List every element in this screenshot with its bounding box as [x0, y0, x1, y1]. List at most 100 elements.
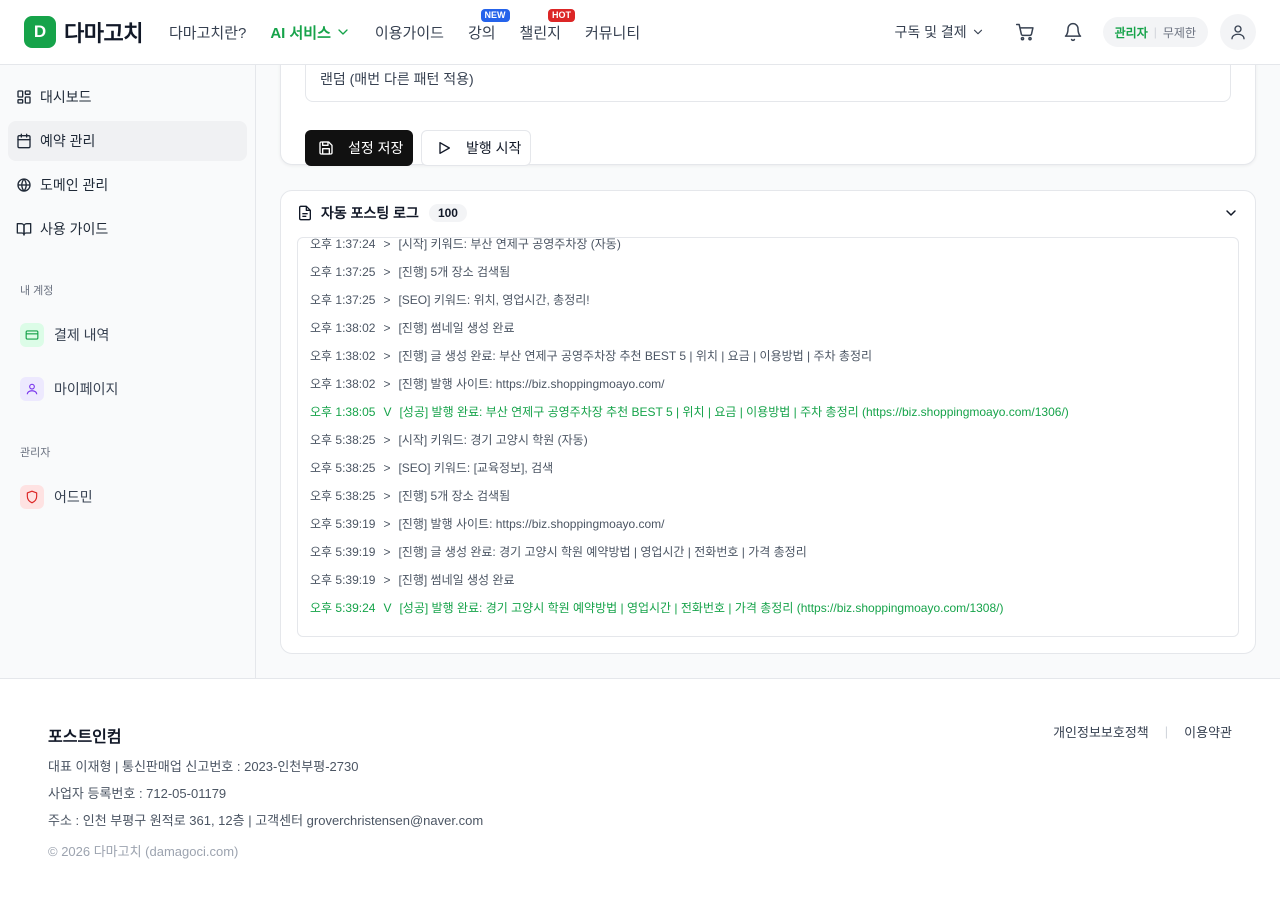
- logo-mark: D: [24, 16, 56, 48]
- new-badge: NEW: [480, 8, 510, 22]
- log-entry-symbol: >: [383, 377, 391, 391]
- log-entry-symbol: >: [383, 433, 391, 447]
- log-entry: 오후 5:39:19 > [진행] 글 생성 완료: 경기 고양시 학원 예약방법 …: [310, 538, 1069, 566]
- save-icon: [319, 141, 333, 155]
- log-entry-time: 오후 5:38:25: [310, 461, 376, 475]
- sidebar-item-label: 결제 내역: [54, 327, 110, 343]
- log-list: 오후 1:37:24 > [시작] 키워드: 부산 연제구 공영주차장 (자동) 오후…: [310, 237, 1069, 622]
- footer-address: 주소 : 인천 부평구 원적로 361, 12층 | 고객센터 groverch…: [48, 813, 484, 828]
- calendar-icon: [17, 133, 31, 149]
- start-publish-button[interactable]: 발행 시작: [421, 130, 531, 166]
- nav-challenge[interactable]: 챌린지 HOT: [519, 8, 575, 43]
- log-entry-message: [진행] 썸네일 생성 완료: [398, 573, 515, 587]
- sidebar-section-admin: 관리자: [20, 447, 51, 459]
- log-entry-message: [진행] 5개 장소 검색됨: [398, 265, 511, 279]
- log-entry-symbol: >: [383, 265, 391, 279]
- sidebar-item-admin[interactable]: 어드민: [20, 477, 247, 517]
- pattern-select-value: 랜덤 (매번 다른 패턴 적용): [320, 71, 474, 87]
- credit-card-icon: [25, 330, 39, 340]
- nav-community[interactable]: 커뮤니티: [585, 22, 640, 43]
- pattern-select[interactable]: 랜덤 (매번 다른 패턴 적용): [305, 65, 1231, 102]
- sidebar-item-domains[interactable]: 도메인 관리: [8, 165, 247, 205]
- log-entry: 오후 1:37:25 > [진행] 5개 장소 검색됨: [310, 258, 1069, 286]
- dashboard-icon: [17, 90, 31, 104]
- hot-badge: HOT: [547, 8, 575, 22]
- footer-info-line: 대표 이재형 | 통신판매업 신고번호 : 2023-인천부평-2730: [48, 759, 359, 774]
- globe-icon: [17, 178, 31, 193]
- log-entry-symbol: >: [383, 517, 391, 531]
- log-entry-time: 오후 5:39:19: [310, 517, 376, 531]
- log-scroll-area[interactable]: 오후 1:37:24 > [시작] 키워드: 부산 연제구 공영주차장 (자동) 오후…: [297, 237, 1239, 637]
- footer-business-number: 사업자 등록번호 : 712-05-01179: [48, 786, 227, 801]
- log-title: 자동 포스팅 로그: [321, 205, 419, 221]
- main-nav: 다마고치란? AI 서비스 이용가이드 강의 NEW 챌린지 HOT 커뮤니티: [169, 0, 640, 64]
- bell-icon: [1064, 22, 1081, 42]
- subscribe-menu[interactable]: 구독 및 결제: [894, 22, 984, 42]
- avatar[interactable]: [1220, 14, 1256, 50]
- nav-about-label: 다마고치란?: [169, 24, 247, 42]
- header-actions: 구독 및 결제 관리자 | 무제한: [894, 0, 1256, 64]
- sidebar-item-usage-guide[interactable]: 사용 가이드: [8, 209, 247, 249]
- cart-button[interactable]: [1007, 14, 1043, 50]
- terms-link[interactable]: 이용약관: [1184, 722, 1232, 741]
- log-entry-symbol: >: [383, 545, 391, 559]
- log-entry-time: 오후 5:39:24: [310, 601, 376, 615]
- chevron-down-icon: [1226, 210, 1236, 216]
- nav-lectures[interactable]: 강의 NEW: [468, 8, 510, 43]
- log-entry: 오후 5:38:25 > [진행] 5개 장소 검색됨: [310, 482, 1069, 510]
- log-header: 자동 포스팅 로그 100: [297, 203, 467, 223]
- log-collapse-toggle[interactable]: [1223, 205, 1239, 226]
- logo[interactable]: D 다마고치: [24, 16, 143, 48]
- log-entry-message: [시작] 키워드: 부산 연제구 공영주차장 (자동): [398, 237, 621, 251]
- sidebar-section-account: 내 계정: [20, 285, 54, 297]
- log-entry-symbol: V: [383, 601, 392, 615]
- subscribe-label: 구독 및 결제: [894, 24, 967, 40]
- role-separator: |: [1153, 25, 1157, 39]
- log-entry-message: [성공] 발행 완료: 경기 고양시 학원 예약방법 | 영업시간 | 전화번호…: [399, 601, 1004, 615]
- log-entry: 오후 1:38:02 > [진행] 글 생성 완료: 부산 연제구 공영주차장 추천…: [310, 342, 1069, 370]
- nav-challenge-label: 챌린지: [519, 24, 561, 42]
- log-entry-message: [SEO] 키워드: 위치, 영업시간, 총정리!: [398, 293, 590, 307]
- log-count-badge: 100: [428, 204, 467, 222]
- log-entry: 오후 1:38:05 V [성공] 발행 완료: 부산 연제구 공영주차장 추천 B…: [310, 398, 1069, 426]
- nav-about[interactable]: 다마고치란?: [169, 22, 246, 43]
- log-entry-time: 오후 1:38:02: [310, 321, 376, 335]
- sidebar-item-reservations[interactable]: 예약 관리: [8, 121, 247, 161]
- log-entry-time: 오후 1:37:25: [310, 293, 376, 307]
- log-entry-message: [진행] 발행 사이트: https://biz.shoppingmoayo.c…: [398, 377, 665, 391]
- log-entry-time: 오후 1:37:25: [310, 265, 376, 279]
- sidebar-item-payments[interactable]: 결제 내역: [20, 315, 247, 355]
- nav-guide-label: 이용가이드: [374, 24, 444, 42]
- log-entry-time: 오후 5:38:25: [310, 433, 376, 447]
- payment-icon-box: [20, 323, 44, 347]
- privacy-policy-link[interactable]: 개인정보보호정책: [1053, 722, 1149, 741]
- log-entry: 오후 5:39:19 > [진행] 발행 사이트: https://biz.shop…: [310, 510, 1069, 538]
- log-entry-time: 오후 1:38:02: [310, 349, 376, 363]
- sidebar-item-mypage[interactable]: 마이페이지: [20, 369, 247, 409]
- nav-guide[interactable]: 이용가이드: [375, 22, 444, 43]
- log-entry-message: [진행] 발행 사이트: https://biz.shoppingmoayo.c…: [398, 517, 665, 531]
- sidebar-item-dashboard[interactable]: 대시보드: [8, 77, 247, 117]
- sidebar-item-label: 사용 가이드: [40, 221, 109, 237]
- log-entry-symbol: >: [383, 237, 391, 251]
- save-settings-label: 설정 저장: [348, 140, 404, 156]
- log-entry-symbol: >: [383, 321, 391, 335]
- log-entry-message: [진행] 5개 장소 검색됨: [398, 489, 511, 503]
- log-entry-symbol: >: [383, 461, 391, 475]
- chevron-down-icon: [973, 29, 982, 35]
- nav-ai-services-label: AI 서비스: [270, 24, 331, 42]
- sidebar-item-label: 마이페이지: [54, 381, 119, 397]
- log-entry-message: [SEO] 키워드: [교육정보], 검색: [398, 461, 554, 475]
- nav-community-label: 커뮤니티: [584, 24, 641, 42]
- log-entry: 오후 5:38:25 > [SEO] 키워드: [교육정보], 검색: [310, 454, 1069, 482]
- footer-links: 개인정보보호정책 | 이용약관: [1053, 722, 1232, 741]
- shield-icon: [26, 490, 38, 504]
- mypage-icon-box: [20, 377, 44, 401]
- save-settings-button[interactable]: 설정 저장: [305, 130, 413, 166]
- plan-label: 무제한: [1162, 25, 1196, 40]
- log-entry-symbol: >: [383, 489, 391, 503]
- log-entry-time: 오후 1:37:24: [310, 237, 376, 251]
- footer: 포스트인컴 대표 이재형 | 통신판매업 신고번호 : 2023-인천부평-27…: [0, 678, 1280, 900]
- notification-button[interactable]: [1055, 14, 1091, 50]
- nav-ai-services[interactable]: AI 서비스: [270, 22, 351, 43]
